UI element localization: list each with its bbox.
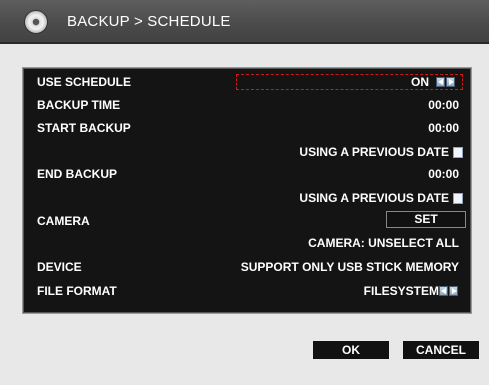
end-prev-date-checkbox[interactable] — [453, 193, 463, 204]
arrow-right-icon[interactable] — [449, 286, 458, 296]
camera-set-button[interactable]: SET — [386, 211, 466, 228]
use-schedule-value[interactable]: ON — [411, 75, 429, 89]
file-format-arrows — [439, 286, 458, 296]
start-backup-value[interactable]: 00:00 — [428, 121, 459, 135]
device-label: DEVICE — [37, 260, 82, 274]
end-prev-date-label: USING A PREVIOUS DATE — [299, 191, 449, 205]
file-format-value[interactable]: FILESYSTEM — [364, 284, 439, 298]
ok-button[interactable]: OK — [313, 341, 389, 359]
end-backup-value[interactable]: 00:00 — [428, 167, 459, 181]
start-prev-date-label: USING A PREVIOUS DATE — [299, 145, 449, 159]
end-backup-label: END BACKUP — [37, 167, 118, 181]
use-schedule-label: USE SCHEDULE — [37, 75, 132, 89]
backup-time-value[interactable]: 00:00 — [428, 98, 459, 112]
file-format-label: FILE FORMAT — [37, 284, 117, 298]
camera-label: CAMERA — [37, 214, 90, 228]
start-prev-date-checkbox[interactable] — [453, 147, 463, 158]
arrow-right-icon[interactable] — [446, 77, 455, 87]
cancel-button[interactable]: CANCEL — [403, 341, 479, 359]
backup-time-label: BACKUP TIME — [37, 98, 121, 112]
device-value: SUPPORT ONLY USB STICK MEMORY — [240, 260, 459, 274]
use-schedule-arrows — [436, 77, 455, 87]
start-backup-label: START BACKUP — [37, 121, 131, 135]
arrow-left-icon[interactable] — [439, 286, 448, 296]
arrow-left-icon[interactable] — [436, 77, 445, 87]
disc-icon — [24, 10, 48, 34]
title-bar: BACKUP > SCHEDULE — [0, 0, 489, 44]
page-title: BACKUP > SCHEDULE — [67, 13, 231, 30]
camera-status: CAMERA: UNSELECT ALL — [308, 236, 459, 250]
schedule-panel: USE SCHEDULE ON BACKUP TIME 00:00 START … — [22, 67, 472, 314]
